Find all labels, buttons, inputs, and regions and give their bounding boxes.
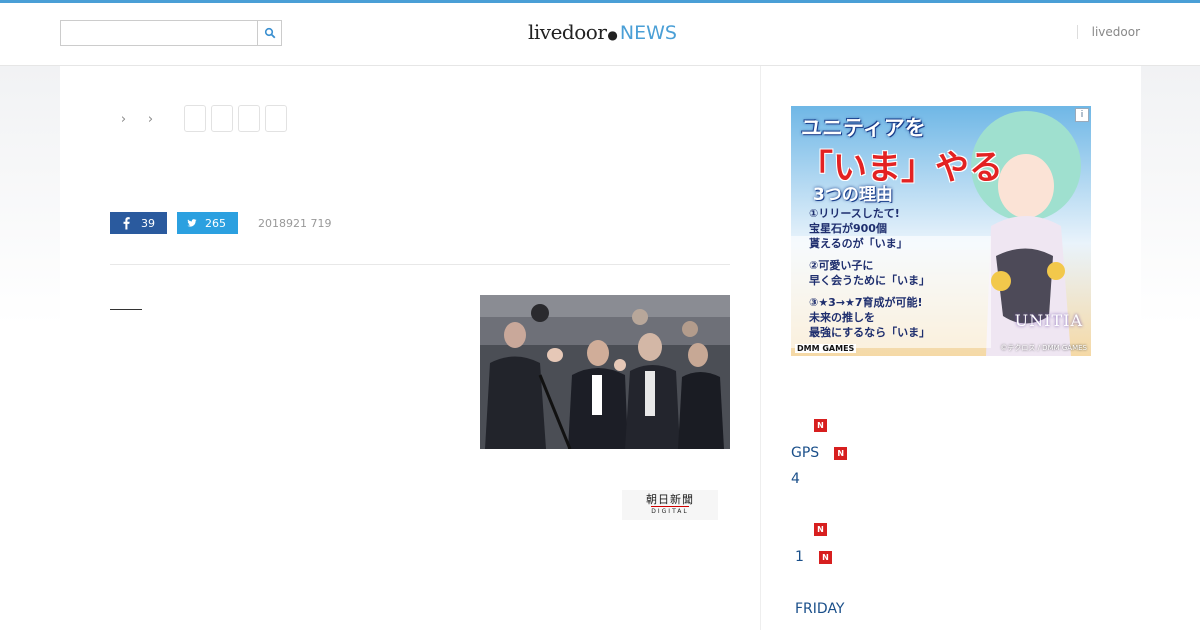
share-button[interactable] <box>265 105 287 132</box>
news-item-text: FRIDAY <box>795 601 845 617</box>
news-item-text: GPS <box>791 445 820 461</box>
ad-brand: DMM GAMES <box>795 344 857 353</box>
news-item[interactable]: N <box>791 523 827 536</box>
news-item[interactable]: N <box>791 419 827 432</box>
ad-point-line: 早く会うために「いま」 <box>809 274 930 287</box>
news-item-text: 1 <box>795 549 804 565</box>
news-item[interactable]: FRIDAY <box>795 601 845 617</box>
facebook-share-button[interactable]: 39 <box>110 212 167 234</box>
new-badge: N <box>818 550 832 564</box>
article-dash <box>110 309 142 310</box>
site-header: livedoor ● NEWS livedoor <box>0 3 1200 66</box>
new-badge: N <box>814 523 827 536</box>
article-photo[interactable] <box>480 295 730 449</box>
search-icon <box>264 27 275 39</box>
ad-title-line3: 3つの理由 <box>813 185 893 205</box>
ad-point-line: 最強にするなら「いま」 <box>809 326 931 339</box>
source-logo[interactable]: 朝日新聞 DIGITAL <box>622 490 718 520</box>
ad-title-line1: ユニティアを <box>801 116 926 140</box>
sidebar: ユニティアを 「いま」やる 3つの理由 ①リリースしたて! 宝星石が900個 貰… <box>760 66 1141 630</box>
breadcrumb: › › <box>110 106 164 132</box>
search-input[interactable] <box>61 21 257 45</box>
article-date: 2018921 719 <box>258 216 332 230</box>
ad-copyright: ©テクロス / DMM GAMES <box>1000 344 1087 352</box>
source-logo-en: DIGITAL <box>651 506 689 515</box>
ad-point-line: 貰えるのが「いま」 <box>809 237 908 250</box>
share-button[interactable] <box>211 105 233 132</box>
ad-point-line: ②可愛い子に <box>809 259 874 272</box>
article-main: › › 39 265 2018921 719 朝日新聞 DIGITAL <box>60 66 760 630</box>
facebook-count: 39 <box>141 216 155 230</box>
ad-game-logo: UNITIA <box>1014 311 1083 330</box>
article-divider <box>110 264 730 265</box>
facebook-icon <box>123 217 130 230</box>
ad-banner[interactable]: ユニティアを 「いま」やる 3つの理由 ①リリースしたて! 宝星石が900個 貰… <box>791 106 1091 356</box>
social-share-row: 39 265 2018921 719 <box>110 212 331 234</box>
share-button[interactable] <box>238 105 260 132</box>
ad-text: ユニティアを 「いま」やる 3つの理由 ①リリースしたて! 宝星石が900個 貰… <box>791 106 1091 356</box>
new-badge: N <box>834 446 848 460</box>
new-badge: N <box>814 419 827 432</box>
news-item[interactable]: GPS N <box>791 445 848 461</box>
news-item[interactable]: 4 <box>791 471 800 487</box>
logo-dot-icon: ● <box>607 28 618 42</box>
search-button[interactable] <box>257 21 281 45</box>
news-item[interactable]: 1 N <box>795 549 832 565</box>
ad-point-line: ③★3→★7育成が可能! <box>809 296 923 309</box>
logo-livedoor: livedoor <box>528 20 607 44</box>
share-button[interactable] <box>184 105 206 132</box>
breadcrumb-separator-icon: › <box>120 111 127 127</box>
site-logo[interactable]: livedoor ● NEWS <box>528 20 677 50</box>
livedoor-link[interactable]: livedoor <box>1076 25 1140 39</box>
search-box <box>60 20 282 46</box>
share-button-group <box>184 105 292 132</box>
ad-info-icon[interactable]: i <box>1075 108 1089 122</box>
twitter-share-button[interactable]: 265 <box>177 212 238 234</box>
ad-point-line: ①リリースしたて! <box>809 207 900 220</box>
news-item-text: 4 <box>791 471 800 487</box>
breadcrumb-separator-icon: › <box>147 111 154 127</box>
ad-point-line: 宝星石が900個 <box>809 222 887 235</box>
logo-news: NEWS <box>619 22 677 44</box>
ad-point-line: 未来の推しを <box>809 311 875 324</box>
twitter-count: 265 <box>205 216 226 230</box>
source-logo-jp: 朝日新聞 <box>646 493 694 506</box>
twitter-icon <box>187 219 197 227</box>
